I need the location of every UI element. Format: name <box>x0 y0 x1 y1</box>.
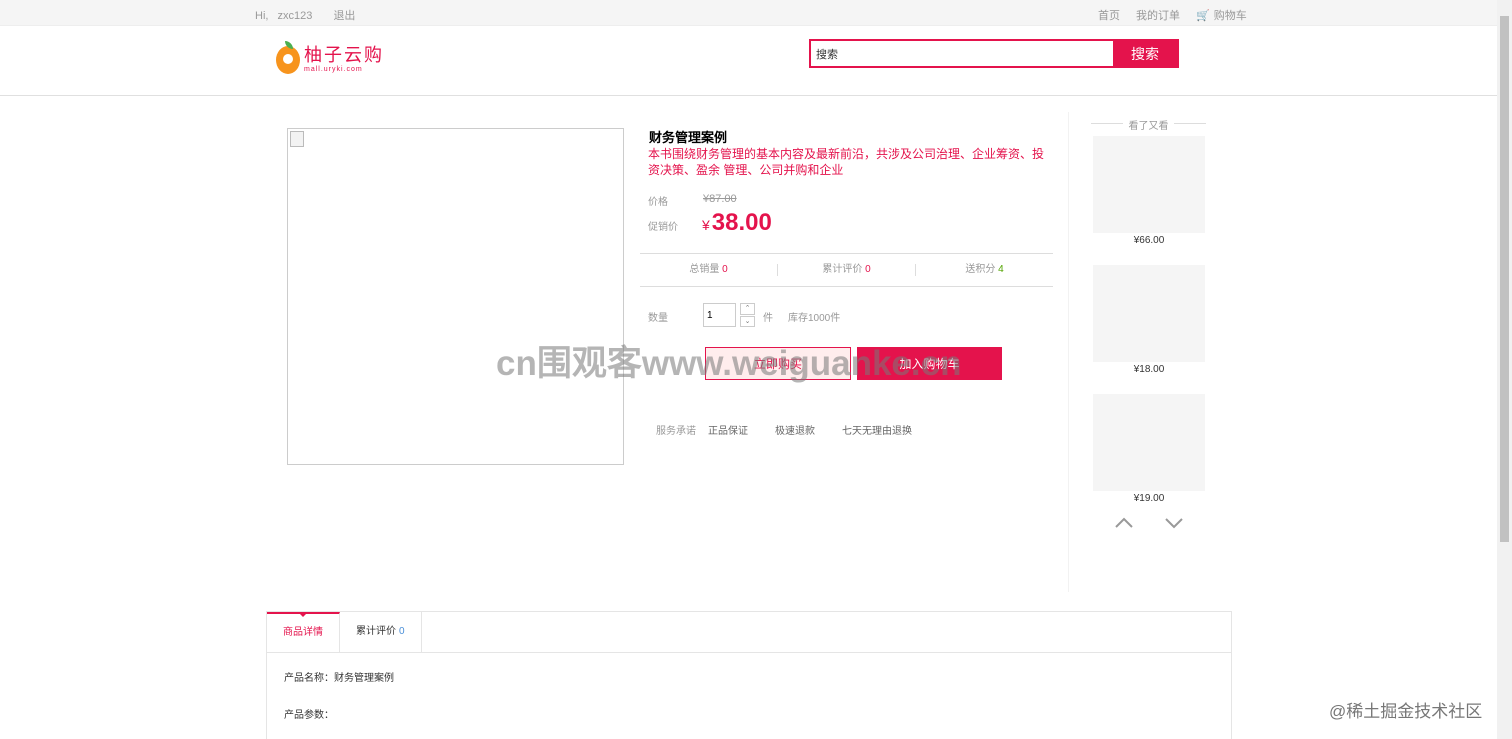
chevron-down-icon[interactable] <box>1164 515 1184 531</box>
tab-reviews[interactable]: 累计评价 0 <box>340 612 422 652</box>
logo-subtitle: mall.uryki.com <box>304 66 363 73</box>
recommend-price: ¥18.00 <box>1133 364 1165 375</box>
cart-label: 购物车 <box>1213 10 1247 22</box>
home-link[interactable]: 首页 <box>1098 7 1120 23</box>
recommend-price: ¥66.00 <box>1133 235 1165 246</box>
price-label: 价格 <box>648 197 668 208</box>
logo-text: 柚子云购 mall.uryki.com <box>304 46 384 74</box>
detail-tabs: 商品详情 累计评价 0 <box>267 612 1231 653</box>
top-bar: Hi, zxc123 退出 首页 我的订单 🛒 购物车 <box>0 0 1497 26</box>
quantity-input[interactable] <box>703 303 736 327</box>
reviews-label: 累计评价 <box>822 264 863 275</box>
reviews-stat: 累计评价 0 <box>778 264 916 276</box>
recommend-item[interactable]: ¥18.00 <box>1093 265 1205 375</box>
search-input[interactable] <box>811 41 1113 66</box>
recommend-item[interactable]: ¥66.00 <box>1093 136 1205 246</box>
broken-image-icon <box>290 131 304 147</box>
service-promises: 服务承诺 正品保证 极速退款 七天无理由退换 <box>656 422 939 437</box>
service-item: 极速退款 <box>775 426 815 437</box>
recommendations: 看了又看 ¥66.00 ¥18.00 ¥19.00 <box>1068 112 1208 592</box>
recommend-price: ¥19.00 <box>1133 493 1165 504</box>
watermark: cn围观客www.weiguanke.cn <box>496 344 962 383</box>
product-params-line: 产品参数： <box>284 710 334 721</box>
quantity-unit: 件 <box>763 313 773 324</box>
quantity-label: 数量 <box>648 313 668 324</box>
reviews-value: 0 <box>865 264 871 275</box>
username[interactable]: zxc123 <box>278 10 313 22</box>
product-image[interactable] <box>287 128 624 465</box>
header: 柚子云购 mall.uryki.com 搜索 <box>0 26 1497 96</box>
recommend-thumbnail[interactable] <box>1093 394 1205 491</box>
scrollbar-thumb[interactable] <box>1500 16 1509 542</box>
product-name-line: 产品名称：财务管理案例 <box>284 673 394 684</box>
recommend-thumbnail[interactable] <box>1093 265 1205 362</box>
recommend-title: 看了又看 <box>1091 117 1206 132</box>
points-stat: 送积分 4 <box>916 264 1053 276</box>
product-description: 本书围绕财务管理的基本内容及最新前沿，共涉及公司治理、企业筹资、投资决策、盈余 … <box>648 147 1045 177</box>
promo-price: ¥38.00 <box>702 209 772 237</box>
detail-panel: 商品详情 累计评价 0 产品名称：财务管理案例 产品参数： <box>266 611 1232 739</box>
old-price: ¥87.00 <box>703 193 737 205</box>
promo-label: 促销价 <box>648 222 678 233</box>
currency-symbol: ¥ <box>702 217 710 233</box>
search-button[interactable]: 搜索 <box>1113 41 1177 66</box>
recommend-thumbnail[interactable] <box>1093 136 1205 233</box>
source-watermark: @稀土掘金技术社区 <box>1329 702 1483 721</box>
sales-label: 总销量 <box>689 264 720 275</box>
orders-link[interactable]: 我的订单 <box>1136 7 1180 23</box>
increment-icon[interactable]: ⌃ <box>740 303 755 315</box>
points-value: 4 <box>998 264 1004 275</box>
tab-detail[interactable]: 商品详情 <box>267 612 340 652</box>
cart-link[interactable]: 🛒 购物车 <box>1196 7 1247 23</box>
orange-logo-icon <box>276 41 300 74</box>
top-nav: 首页 我的订单 🛒 购物车 <box>1098 7 1247 23</box>
decrement-icon[interactable]: ⌄ <box>740 315 755 327</box>
greeting: Hi, <box>255 10 269 22</box>
cart-icon: 🛒 <box>1196 9 1210 22</box>
tab-reviews-count: 0 <box>399 626 405 637</box>
search-box: 搜索 <box>809 39 1179 68</box>
promo-price-value: 38.00 <box>711 209 772 236</box>
sales-stat: 总销量 0 <box>640 264 778 276</box>
product-stats: 总销量 0 累计评价 0 送积分 4 <box>640 253 1053 287</box>
service-item: 正品保证 <box>708 426 748 437</box>
points-label: 送积分 <box>965 264 996 275</box>
sales-value: 0 <box>722 264 728 275</box>
site-logo[interactable]: 柚子云购 mall.uryki.com <box>276 41 384 74</box>
service-label: 服务承诺 <box>656 426 696 437</box>
chevron-up-icon[interactable] <box>1114 515 1134 531</box>
logout-link[interactable]: 退出 <box>333 10 355 22</box>
recommend-item[interactable]: ¥19.00 <box>1093 394 1205 504</box>
stock-info: 库存1000件 <box>788 313 841 324</box>
user-area: Hi, zxc123 退出 <box>255 7 373 23</box>
service-item: 七天无理由退换 <box>842 426 912 437</box>
scrollbar[interactable] <box>1497 0 1512 739</box>
tab-reviews-label: 累计评价 <box>356 626 396 637</box>
logo-name: 柚子云购 <box>304 45 384 66</box>
product-title: 财务管理案例 <box>649 130 728 145</box>
quantity-stepper: ⌃ ⌄ <box>740 303 755 327</box>
